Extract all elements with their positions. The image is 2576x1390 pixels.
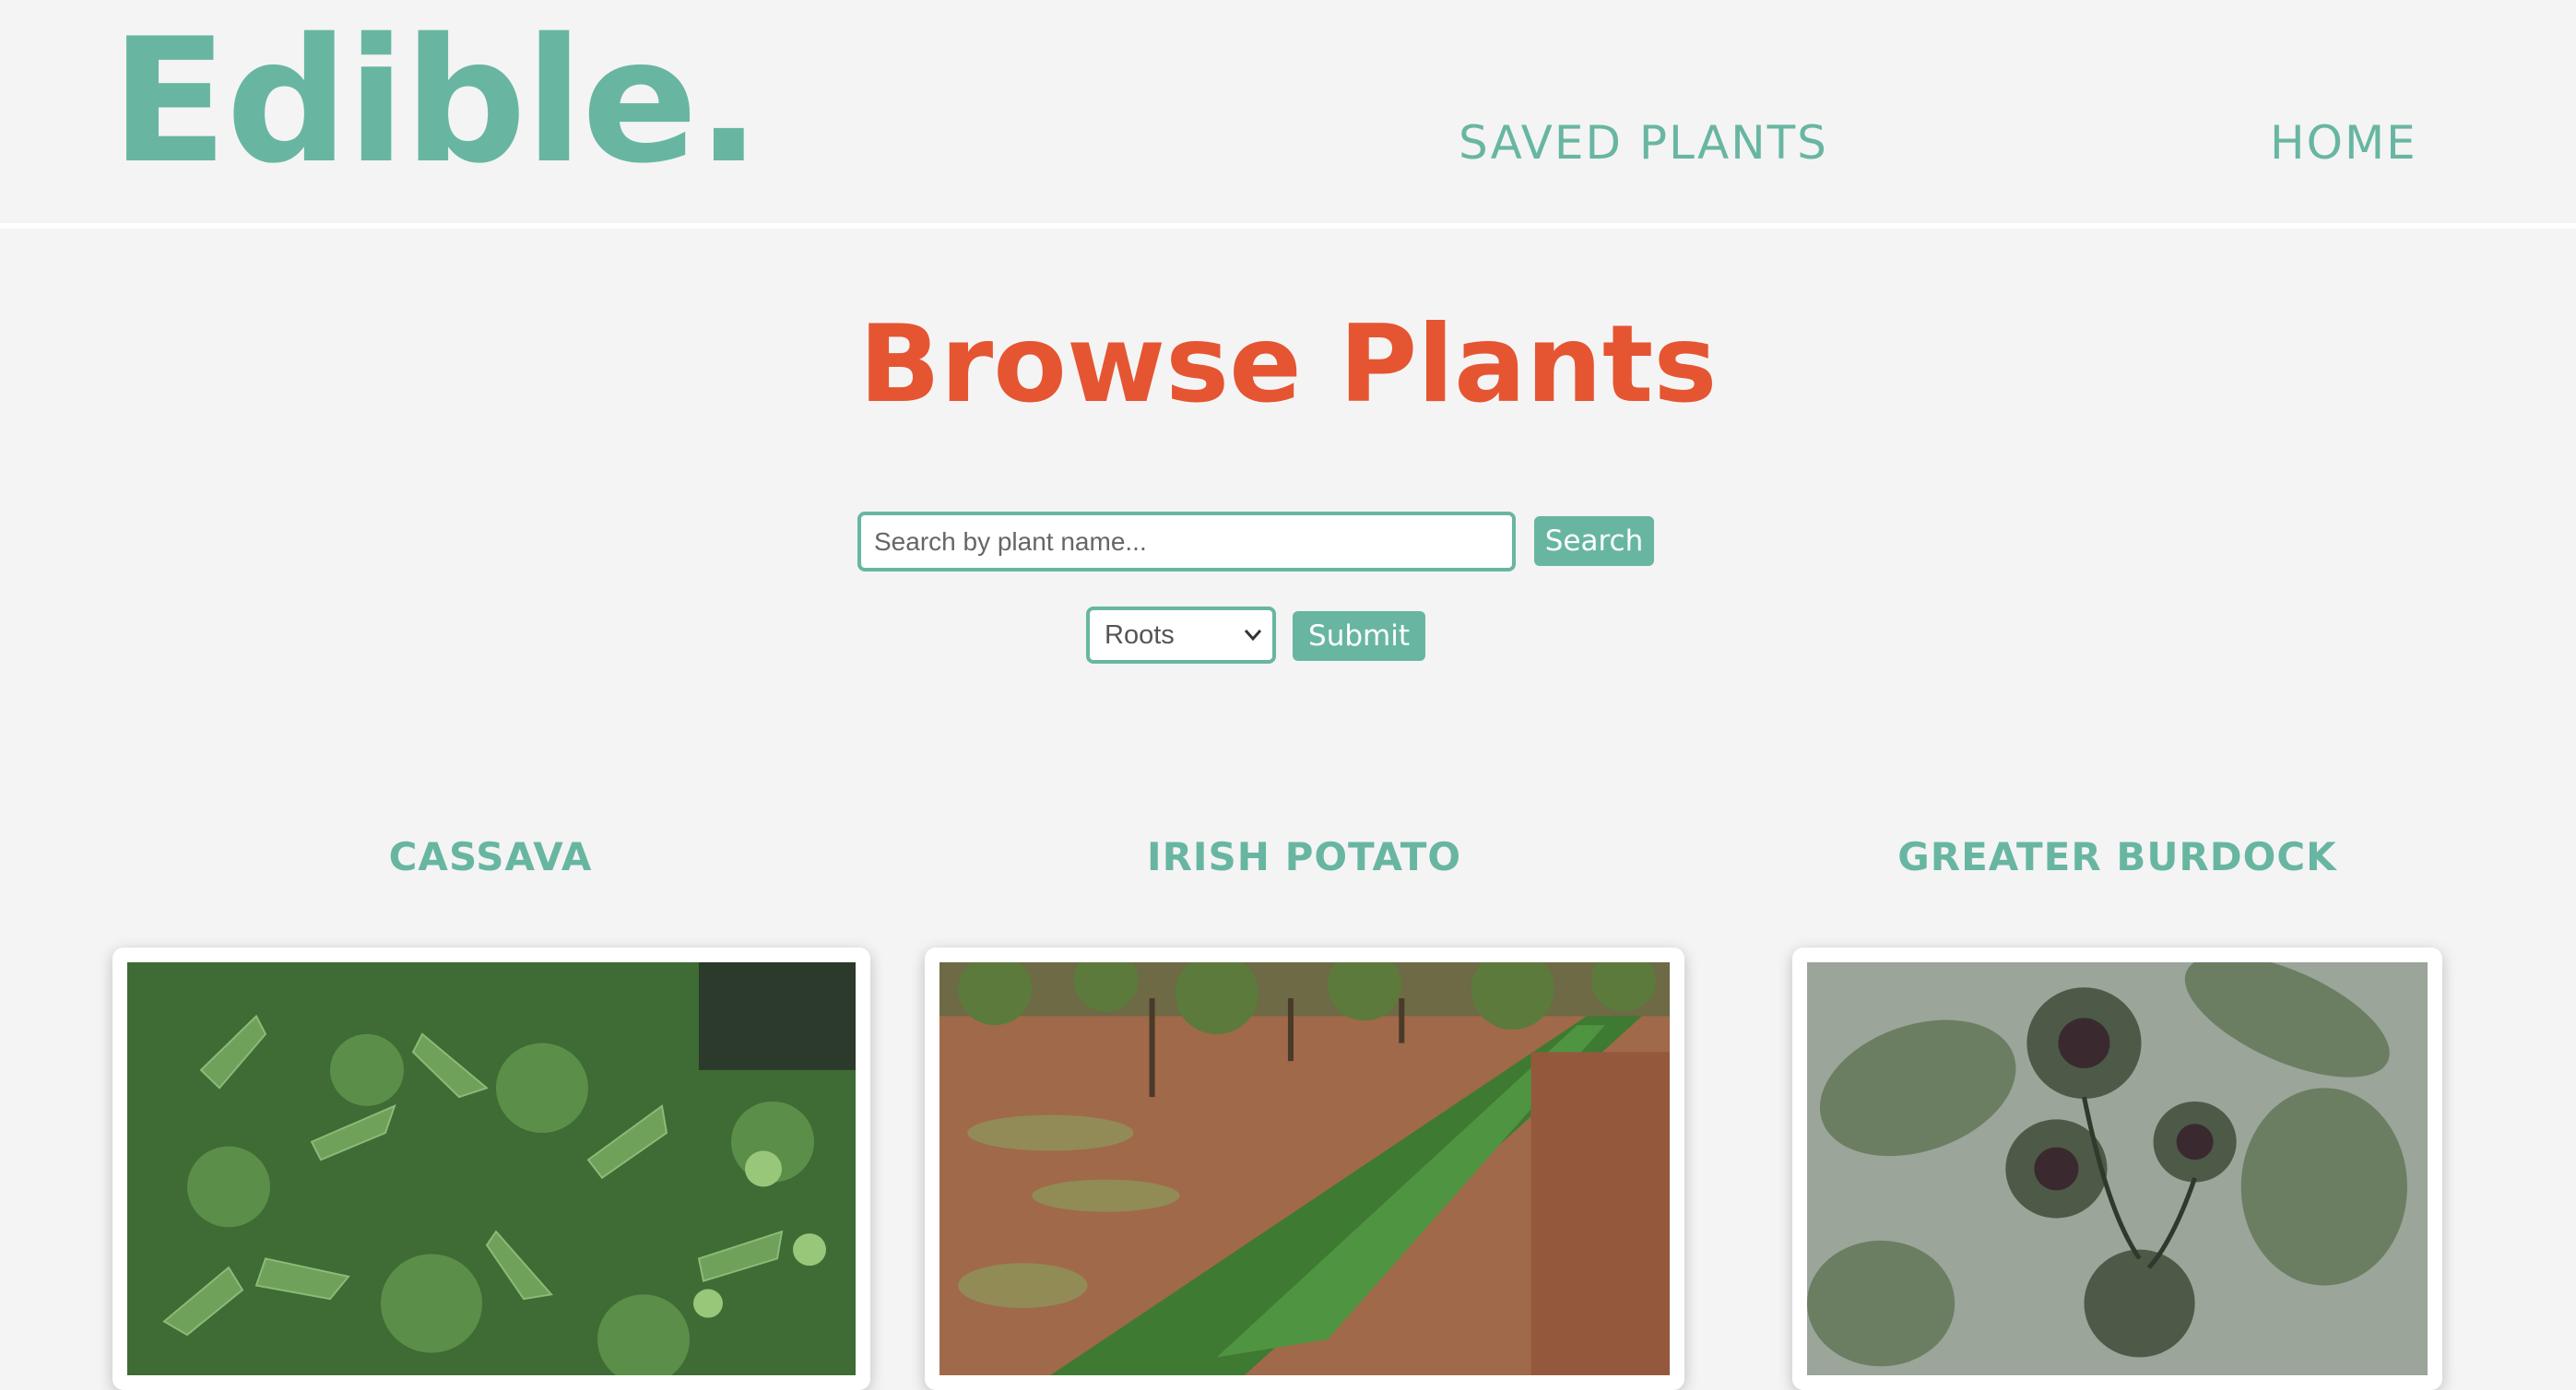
plant-name-cassava[interactable]: CASSAVA <box>112 834 869 879</box>
search-input[interactable] <box>857 512 1516 571</box>
plant-card-cassava[interactable] <box>112 948 870 1390</box>
page-title: Browse Plants <box>858 302 1718 427</box>
plant-card-greater-burdock[interactable] <box>1792 948 2442 1390</box>
plant-photo-cassava <box>127 962 856 1375</box>
site-header: Edible. SAVED PLANTS HOME <box>0 0 2576 229</box>
logo[interactable]: Edible. <box>111 6 762 196</box>
chevron-down-icon <box>1243 610 1263 678</box>
submit-button[interactable]: Submit <box>1293 611 1425 661</box>
nav-saved-plants[interactable]: SAVED PLANTS <box>1459 116 1828 170</box>
plant-photo-irish-potato <box>939 962 1670 1375</box>
nav-home[interactable]: HOME <box>2270 116 2417 170</box>
plant-name-greater-burdock[interactable]: GREATER BURDOCK <box>1792 834 2442 879</box>
plant-photo-greater-burdock <box>1807 962 2428 1375</box>
search-button[interactable]: Search <box>1534 516 1654 566</box>
category-select[interactable]: Roots <box>1086 607 1276 664</box>
category-select-value: Roots <box>1105 620 1175 650</box>
plant-card-irish-potato[interactable] <box>925 948 1684 1390</box>
plant-name-irish-potato[interactable]: IRISH POTATO <box>924 834 1684 879</box>
